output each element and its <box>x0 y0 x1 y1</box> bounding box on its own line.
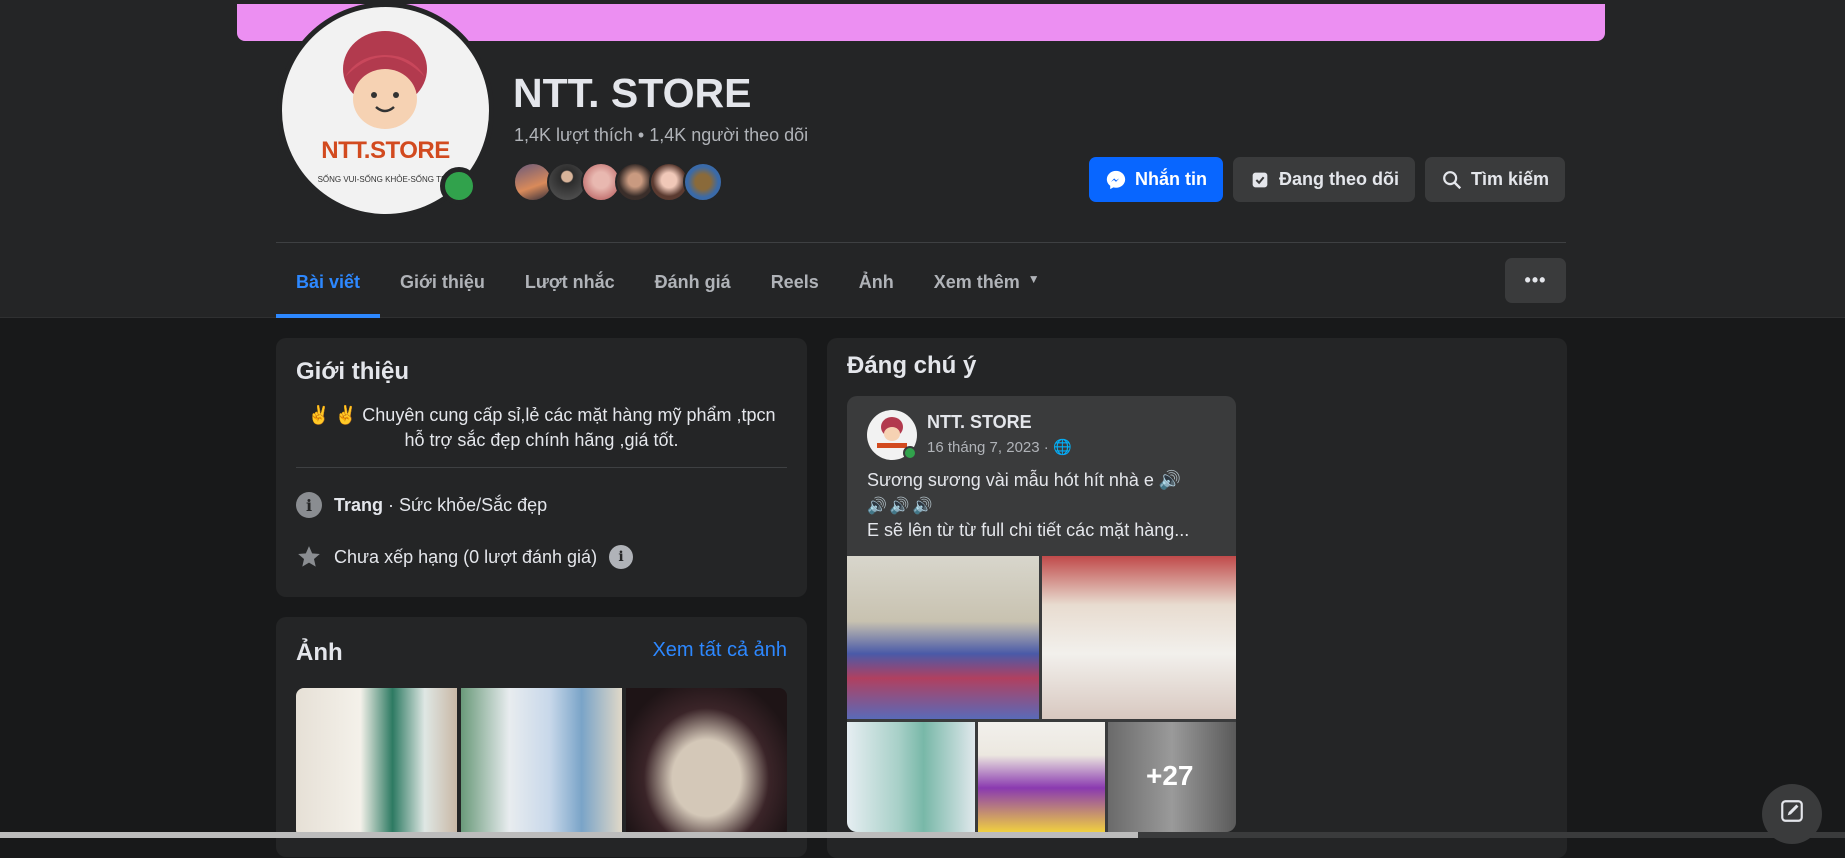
post-image-grid: +27 <box>847 556 1236 832</box>
edit-icon <box>1781 800 1803 822</box>
page-actions: Nhắn tin Đang theo dõi Tìm kiếm <box>1088 157 1565 202</box>
featured-post[interactable]: NTT. STORE 16 tháng 7, 2023 · 🌐 Sương sư… <box>847 396 1236 832</box>
rating-info-icon[interactable]: i <box>609 545 634 569</box>
intro-title: Giới thiệu <box>296 358 410 385</box>
search-button[interactable]: Tìm kiếm <box>1424 157 1565 202</box>
more-options-button[interactable]: ••• <box>1505 258 1566 303</box>
intro-bio: ✌️ ✌️ Chuyên cung cấp sỉ,lẻ các mặt hàng… <box>307 405 776 450</box>
online-status-indicator <box>440 167 478 205</box>
header-divider <box>276 242 1566 243</box>
follower-avatar[interactable] <box>683 162 723 202</box>
page-category-text: Trang · Sức khỏe/Sắc đẹp <box>334 495 547 516</box>
post-image[interactable]: +27 <box>1108 722 1236 832</box>
globe-icon: 🌐 <box>1052 439 1072 456</box>
featured-card: Đáng chú ý NTT. STORE 16 tháng 7, 2023 ·… <box>827 338 1567 858</box>
avatar-logo-text: NTT.STORE <box>321 137 450 164</box>
page-title: NTT. STORE <box>513 70 752 116</box>
post-image[interactable] <box>978 722 1105 832</box>
following-check-icon <box>1252 172 1268 187</box>
search-button-label: Tìm kiếm <box>1470 169 1549 189</box>
tab-photos[interactable]: Ảnh <box>839 258 914 318</box>
tab-label: Ảnh <box>858 272 894 292</box>
photos-card: Ảnh Xem tất cả ảnh <box>276 617 807 857</box>
intro-divider <box>296 467 787 468</box>
tab-reviews[interactable]: Đánh giá <box>635 258 751 318</box>
photo-thumbnail[interactable] <box>461 688 622 838</box>
tab-see-more[interactable]: Xem thêm ▼ <box>914 258 1060 318</box>
see-all-photos-link[interactable]: Xem tất cả ảnh <box>652 639 787 662</box>
photos-title: Ảnh <box>296 639 343 666</box>
message-button[interactable]: Nhắn tin <box>1088 157 1223 202</box>
messenger-icon <box>1106 170 1126 189</box>
post-text-line: Sương sương vài mẫu hót hít nhà e 🔊 <box>867 470 1182 490</box>
tab-label: Đánh giá <box>654 272 731 292</box>
post-image[interactable] <box>847 556 1039 719</box>
photo-thumbnail[interactable] <box>626 688 787 838</box>
post-text-line: 🔊🔊🔊 <box>867 498 936 515</box>
tab-label: Lượt nhắc <box>524 272 615 292</box>
tab-label: Bài viết <box>296 272 361 292</box>
info-icon: i <box>296 492 322 518</box>
tab-label: Reels <box>770 272 819 292</box>
follower-avatars[interactable] <box>513 162 723 202</box>
post-image[interactable] <box>847 722 975 832</box>
tab-reels[interactable]: Reels <box>751 258 839 318</box>
featured-title: Đáng chú ý <box>847 352 977 379</box>
online-status-indicator <box>903 446 917 460</box>
page-type-label: Trang <box>334 494 384 515</box>
profile-tabs: Bài viết Giới thiệu Lượt nhắc Đánh giá R… <box>276 258 1060 318</box>
post-image[interactable] <box>1042 556 1236 719</box>
scrollbar-thumb[interactable] <box>0 832 1138 838</box>
following-button-label: Đang theo dõi <box>1278 169 1399 189</box>
tab-label: Xem thêm <box>933 272 1020 292</box>
page-stats[interactable]: 1,4K lượt thích • 1,4K người theo dõi <box>514 125 808 146</box>
post-date[interactable]: 16 tháng 7, 2023 · 🌐 <box>927 438 1072 456</box>
post-text-line: E sẽ lên từ từ full chi tiết các mặt hàn… <box>867 520 1190 540</box>
post-author-name[interactable]: NTT. STORE <box>927 412 1032 433</box>
page-category: · Sức khỏe/Sắc đẹp <box>383 494 548 515</box>
caret-down-icon: ▼ <box>1027 272 1040 286</box>
page-category-row: i Trang · Sức khỏe/Sắc đẹp <box>296 492 547 518</box>
star-icon <box>298 546 320 567</box>
tab-mentions[interactable]: Lượt nhắc <box>505 258 635 318</box>
search-icon <box>1443 170 1462 189</box>
tab-about[interactable]: Giới thiệu <box>380 258 505 318</box>
photo-thumbnail[interactable] <box>296 688 457 838</box>
rating-text: Chưa xếp hạng (0 lượt đánh giá) <box>334 546 598 567</box>
more-photos-count: +27 <box>1146 760 1194 791</box>
post-date-text: 16 tháng 7, 2023 · <box>927 439 1053 456</box>
message-button-label: Nhắn tin <box>1134 169 1207 189</box>
following-button[interactable]: Đang theo dõi <box>1232 157 1415 202</box>
rating-row: Chưa xếp hạng (0 lượt đánh giá) i <box>296 544 634 570</box>
intro-card: Giới thiệu ✌️ ✌️ Chuyên cung cấp sỉ,lẻ c… <box>276 338 807 597</box>
tab-posts[interactable]: Bài viết <box>276 258 381 318</box>
photo-grid <box>296 688 787 838</box>
tab-label: Giới thiệu <box>400 272 485 292</box>
